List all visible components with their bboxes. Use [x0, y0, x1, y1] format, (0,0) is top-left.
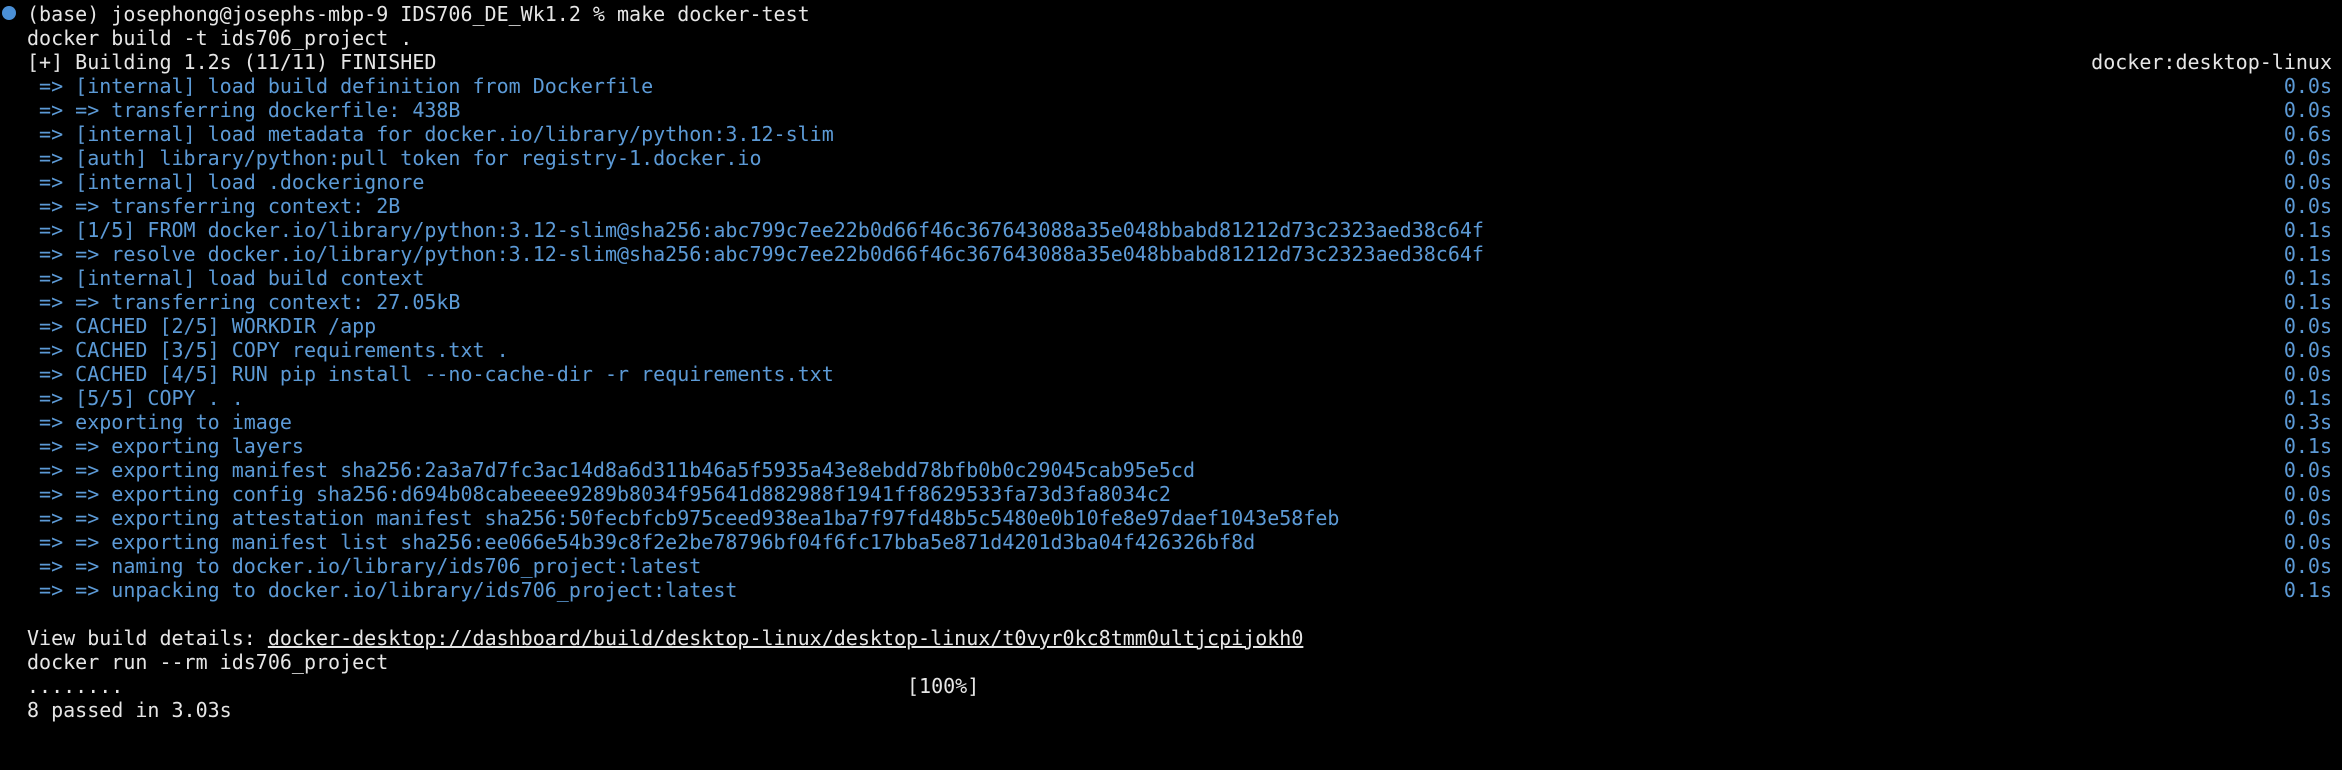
build-step-text: => => exporting config sha256:d694b08cab… — [27, 482, 1171, 506]
build-step-text: => CACHED [2/5] WORKDIR /app — [27, 314, 377, 338]
build-step-line: => [internal] load build definition from… — [27, 74, 2332, 98]
build-step-time: 0.0s — [2283, 458, 2332, 482]
build-step-text: => [internal] load .dockerignore — [27, 170, 425, 194]
build-step-time: 0.1s — [2283, 218, 2332, 242]
build-command-text: docker build -t ids706_project . — [27, 26, 413, 50]
builder-name: docker:desktop-linux — [2091, 50, 2332, 74]
build-step-text: => => unpacking to docker.io/library/ids… — [27, 578, 738, 602]
build-step-time: 0.1s — [2283, 242, 2332, 266]
build-step-text: => [internal] load build context — [27, 266, 425, 290]
build-step-time: 0.0s — [2283, 506, 2332, 530]
progress-dots: ........ — [27, 674, 124, 698]
build-step-line: => => transferring context: 2B 0.0s — [27, 194, 2332, 218]
build-step-time: 0.0s — [2283, 194, 2332, 218]
build-details-link[interactable]: docker-desktop://dashboard/build/desktop… — [268, 626, 1304, 650]
build-step-time: 0.1s — [2283, 266, 2332, 290]
build-step-line: => => transferring context: 27.05kB 0.1s — [27, 290, 2332, 314]
summary-line: 8 passed in 3.03s — [27, 698, 2332, 722]
build-status-line: [+] Building 1.2s (11/11) FINISHED docke… — [27, 50, 2332, 74]
progress-percent: [100%] — [907, 674, 980, 698]
build-command-line: docker build -t ids706_project . — [27, 26, 2332, 50]
build-step-text: => [5/5] COPY . . — [27, 386, 244, 410]
build-step-text: => => exporting manifest sha256:2a3a7d7f… — [27, 458, 1195, 482]
build-step-text: => [internal] load build definition from… — [27, 74, 654, 98]
build-step-text: => [1/5] FROM docker.io/library/python:3… — [27, 218, 1484, 242]
view-details-line: View build details: docker-desktop://das… — [27, 626, 2332, 650]
build-step-line: => [internal] load metadata for docker.i… — [27, 122, 2332, 146]
build-step-text: => => naming to docker.io/library/ids706… — [27, 554, 702, 578]
build-step-time: 0.1s — [2283, 386, 2332, 410]
prompt-text: (base) josephong@josephs-mbp-9 IDS706_DE… — [27, 2, 810, 26]
build-step-line: => CACHED [4/5] RUN pip install --no-cac… — [27, 362, 2332, 386]
build-step-line: => CACHED [2/5] WORKDIR /app 0.0s — [27, 314, 2332, 338]
build-step-time: 0.1s — [2283, 434, 2332, 458]
build-step-time: 0.0s — [2283, 338, 2332, 362]
build-step-line: => => naming to docker.io/library/ids706… — [27, 554, 2332, 578]
build-step-line: => => exporting manifest list sha256:ee0… — [27, 530, 2332, 554]
build-step-time: 0.0s — [2283, 146, 2332, 170]
build-step-time: 0.0s — [2283, 314, 2332, 338]
build-step-time: 0.0s — [2283, 98, 2332, 122]
build-step-line: => => exporting layers 0.1s — [27, 434, 2332, 458]
build-step-text: => [internal] load metadata for docker.i… — [27, 122, 834, 146]
build-step-text: => => exporting attestation manifest sha… — [27, 506, 1340, 530]
progress-line: ........ [100%] — [27, 674, 2332, 698]
build-step-text: => => transferring context: 2B — [27, 194, 401, 218]
build-step-time: 0.3s — [2283, 410, 2332, 434]
build-step-line: => [5/5] COPY . . 0.1s — [27, 386, 2332, 410]
build-step-text: => exporting to image — [27, 410, 292, 434]
build-step-line: => => exporting manifest sha256:2a3a7d7f… — [27, 458, 2332, 482]
build-step-time: 0.0s — [2283, 530, 2332, 554]
build-step-text: => => exporting layers — [27, 434, 304, 458]
build-step-line: => exporting to image 0.3s — [27, 410, 2332, 434]
build-status-text: [+] Building 1.2s (11/11) FINISHED — [27, 50, 437, 74]
build-step-time: 0.1s — [2283, 578, 2332, 602]
build-step-text: => => exporting manifest list sha256:ee0… — [27, 530, 1256, 554]
build-step-line: => [1/5] FROM docker.io/library/python:3… — [27, 218, 2332, 242]
build-step-text: => CACHED [4/5] RUN pip install --no-cac… — [27, 362, 834, 386]
build-step-time: 0.0s — [2283, 482, 2332, 506]
build-step-line: => [internal] load build context 0.1s — [27, 266, 2332, 290]
build-step-time: 0.1s — [2283, 290, 2332, 314]
build-step-line: => => resolve docker.io/library/python:3… — [27, 242, 2332, 266]
build-step-line: => [internal] load .dockerignore 0.0s — [27, 170, 2332, 194]
build-step-time: 0.0s — [2283, 74, 2332, 98]
build-step-line: => => unpacking to docker.io/library/ids… — [27, 578, 2332, 602]
build-step-time: 0.0s — [2283, 554, 2332, 578]
build-step-line: => CACHED [3/5] COPY requirements.txt . 0… — [27, 338, 2332, 362]
build-step-line: => => exporting attestation manifest sha… — [27, 506, 2332, 530]
build-step-text: => CACHED [3/5] COPY requirements.txt . — [27, 338, 509, 362]
build-step-text: => => resolve docker.io/library/python:3… — [27, 242, 1484, 266]
build-step-line: => => exporting config sha256:d694b08cab… — [27, 482, 2332, 506]
build-step-line: => [auth] library/python:pull token for … — [27, 146, 2332, 170]
prompt-marker-icon — [2, 6, 16, 20]
build-step-line: => => transferring dockerfile: 438B 0.0s — [27, 98, 2332, 122]
run-command-line: docker run --rm ids706_project — [27, 650, 2332, 674]
test-summary-text: 8 passed in 3.03s — [27, 698, 232, 722]
build-step-text: => => transferring context: 27.05kB — [27, 290, 461, 314]
prompt-line: (base) josephong@josephs-mbp-9 IDS706_DE… — [27, 2, 2332, 26]
build-step-time: 0.0s — [2283, 170, 2332, 194]
build-step-time: 0.0s — [2283, 362, 2332, 386]
build-step-text: => => transferring dockerfile: 438B — [27, 98, 461, 122]
run-command-text: docker run --rm ids706_project — [27, 650, 389, 674]
terminal-window[interactable]: (base) josephong@josephs-mbp-9 IDS706_DE… — [0, 0, 2342, 722]
view-details-label: View build details: — [27, 626, 268, 650]
build-step-time: 0.6s — [2283, 122, 2332, 146]
build-step-text: => [auth] library/python:pull token for … — [27, 146, 762, 170]
